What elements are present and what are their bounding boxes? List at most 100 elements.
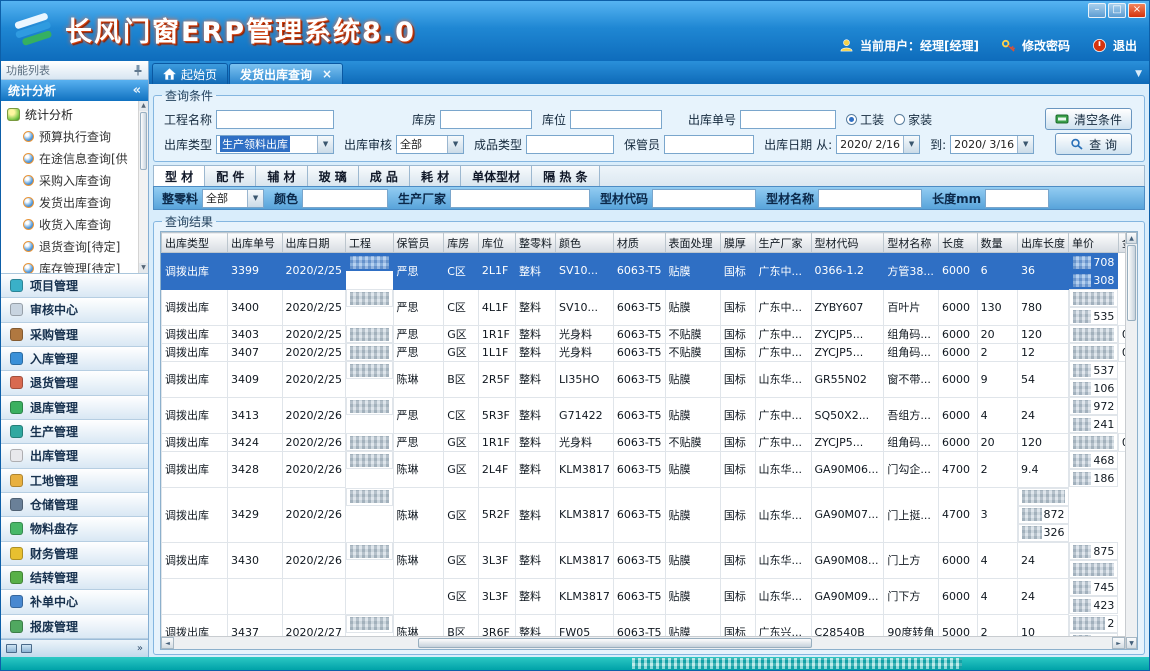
warehouse-input[interactable] (440, 110, 532, 129)
column-header[interactable]: 生产厂家 (755, 233, 811, 253)
column-header[interactable]: 出库类型 (162, 233, 228, 253)
change-password-link[interactable]: 修改密码 (1022, 37, 1070, 54)
tab-list-caret-icon[interactable]: ▼ (1135, 69, 1142, 79)
scroll-left-icon[interactable]: ◄ (161, 637, 174, 649)
sidebar-item-project[interactable]: 项目管理 (1, 274, 148, 298)
tree-root-statistics[interactable]: 统计分析 (7, 104, 138, 125)
material-tab-5[interactable]: 耗 材 (410, 166, 461, 186)
table-row[interactable]: 调拨出库34292020/2/26陈琳G区5R2F整料KLM38176063-T… (162, 487, 1137, 542)
sidebar-item-return-goods[interactable]: 退货管理 (1, 371, 148, 395)
scroll-up-icon[interactable]: ▲ (139, 101, 148, 111)
sidebar-item-inventory[interactable]: 物料盘存 (1, 517, 148, 541)
column-header[interactable]: 库房 (444, 233, 479, 253)
material-tab-2[interactable]: 辅 材 (256, 166, 307, 186)
radio-gongzhuang[interactable]: 工装 (846, 111, 884, 128)
tree-item[interactable]: 收货入库查询 (7, 213, 138, 235)
column-header[interactable]: 单价 (1069, 233, 1119, 253)
material-tab-1[interactable]: 配 件 (205, 166, 256, 186)
column-header[interactable]: 出库单号 (227, 233, 282, 253)
scroll-thumb[interactable] (418, 638, 812, 648)
sidebar-item-return-store[interactable]: 退库管理 (1, 396, 148, 420)
tree-item[interactable]: 库存管理[待定] (7, 257, 138, 273)
column-header[interactable]: 整零料 (516, 233, 556, 253)
material-tab-4[interactable]: 成 品 (359, 166, 410, 186)
column-header[interactable]: 保管员 (393, 233, 444, 253)
tree-item[interactable]: 退货查询[待定] (7, 235, 138, 257)
sidebar-section-statistics[interactable]: 统计分析 « (1, 80, 148, 101)
panel-icon[interactable] (21, 644, 32, 653)
clear-conditions-button[interactable]: 清空条件 (1045, 108, 1132, 130)
whole-scrap-combo[interactable]: 全部 ▼ (202, 189, 264, 208)
table-row[interactable]: 调拨出库34282020/2/26陈琳G区2L4F整料KLM38176063-T… (162, 451, 1137, 487)
chevron-down-icon[interactable]: ▼ (1017, 136, 1033, 153)
maximize-button[interactable]: □ (1108, 3, 1126, 18)
manufacturer-input[interactable] (450, 189, 590, 208)
column-header[interactable]: 表面处理 (665, 233, 720, 253)
monitor-icon[interactable] (6, 644, 17, 653)
chevron-down-icon[interactable]: ▼ (317, 136, 333, 153)
column-header[interactable]: 出库日期 (282, 233, 345, 253)
chevron-down-icon[interactable]: ▼ (903, 136, 919, 153)
tab-shipping-outbound-query[interactable]: 发货出库查询 × (229, 63, 343, 84)
column-header[interactable]: 型材代码 (811, 233, 884, 253)
more-panels-button[interactable]: » (137, 643, 143, 654)
material-tab-3[interactable]: 玻 璃 (308, 166, 359, 186)
date-from-picker[interactable]: 2020/ 2/16 ▼ (836, 135, 920, 154)
column-header[interactable]: 材质 (613, 233, 665, 253)
sidebar-item-production[interactable]: 生产管理 (1, 420, 148, 444)
color-input[interactable] (302, 189, 388, 208)
minimize-button[interactable]: – (1088, 3, 1106, 18)
sidebar-item-purchase[interactable]: 采购管理 (1, 323, 148, 347)
column-header[interactable]: 工程 (345, 233, 393, 253)
tree-item[interactable]: 采购入库查询 (7, 169, 138, 191)
pin-icon[interactable] (133, 64, 143, 76)
vertical-scrollbar[interactable]: ▲ ▼ (1125, 232, 1137, 649)
table-row[interactable]: 调拨出库34302020/2/26陈琳G区3L3F整料KLM38176063-T… (162, 542, 1137, 578)
column-header[interactable]: 膜厚 (720, 233, 755, 253)
scroll-thumb[interactable] (1127, 245, 1136, 321)
table-row[interactable]: 调拨出库34092020/2/25陈琳B区2R5F整料LI35HO6063-T5… (162, 361, 1137, 397)
chevron-down-icon[interactable]: ▼ (247, 190, 263, 207)
product-type-input[interactable] (526, 135, 614, 154)
date-to-picker[interactable]: 2020/ 3/16 ▼ (950, 135, 1034, 154)
length-input[interactable] (985, 189, 1049, 208)
outbound-type-combo[interactable]: 生产领料出库 ▼ (216, 135, 334, 154)
sidebar-item-scrap[interactable]: 报废管理 (1, 615, 148, 639)
radio-jiazhuang[interactable]: 家装 (894, 111, 932, 128)
scroll-up-icon[interactable]: ▲ (1126, 232, 1137, 244)
order-no-input[interactable] (740, 110, 836, 129)
sidebar-item-site[interactable]: 工地管理 (1, 469, 148, 493)
sidebar-item-warehouse[interactable]: 仓储管理 (1, 493, 148, 517)
table-row[interactable]: 调拨出库34072020/2/25严思G区1L1F整料光身料6063-T5不贴膜… (162, 343, 1137, 361)
profile-name-input[interactable] (818, 189, 922, 208)
tree-item[interactable]: 预算执行查询 (7, 125, 138, 147)
column-header[interactable]: 数量 (977, 233, 1017, 253)
material-tab-6[interactable]: 单体型材 (461, 166, 532, 186)
close-button[interactable]: × (1128, 3, 1146, 18)
table-row[interactable]: 调拨出库34002020/2/25严思C区4L1F整料SV10...6063-T… (162, 289, 1137, 325)
horizontal-scrollbar[interactable]: ◄ ► (161, 636, 1125, 649)
tab-close-icon[interactable]: × (322, 67, 332, 81)
scroll-right-icon[interactable]: ► (1112, 637, 1125, 649)
scroll-thumb[interactable] (140, 112, 147, 170)
outbound-audit-combo[interactable]: 全部 ▼ (396, 135, 464, 154)
sidebar-item-audit[interactable]: 审核中心 (1, 298, 148, 322)
tab-home[interactable]: 起始页 (152, 63, 228, 84)
tree-item[interactable]: 发货出库查询 (7, 191, 138, 213)
chevron-down-icon[interactable]: ▼ (447, 136, 463, 153)
sidebar-item-supplement[interactable]: 补单中心 (1, 590, 148, 614)
logout-link[interactable]: 退出 (1113, 37, 1137, 54)
project-name-input[interactable] (216, 110, 334, 129)
scroll-down-icon[interactable]: ▼ (139, 263, 148, 273)
keeper-input[interactable] (664, 135, 754, 154)
table-row[interactable]: 调拨出库34132020/2/26严思C区5R3F整料G714226063-T5… (162, 397, 1137, 433)
material-tab-0[interactable]: 型 材 (154, 166, 205, 186)
table-row[interactable]: 调拨出库34032020/2/25严思G区1R1F整料光身料6063-T5不贴膜… (162, 325, 1137, 343)
scroll-down-icon[interactable]: ▼ (1126, 637, 1137, 649)
table-row[interactable]: 调拨出库33992020/2/25严思C区2L1F整料SV10...6063-T… (162, 253, 1137, 290)
table-row[interactable]: 调拨出库34242020/2/26严思G区1R1F整料光身料6063-T5不贴膜… (162, 433, 1137, 451)
search-button[interactable]: 查 询 (1055, 133, 1132, 155)
column-header[interactable]: 出库长度 (1018, 233, 1069, 253)
collapse-icon[interactable]: « (133, 83, 141, 98)
column-header[interactable]: 库位 (478, 233, 515, 253)
